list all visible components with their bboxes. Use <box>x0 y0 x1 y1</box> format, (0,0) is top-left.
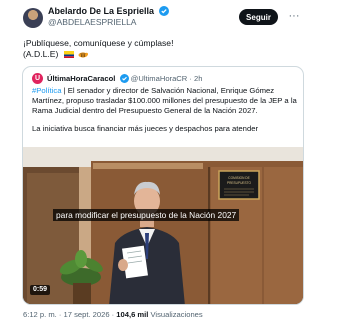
tweet-footer: 6:12 p. m. · 17 sept. 2026 · 104,6 mil V… <box>23 310 203 320</box>
hashtag-link[interactable]: #Política <box>32 86 62 95</box>
quote-paragraph-1: #Política | El senador y director de Sal… <box>32 86 298 116</box>
author-block: Abelardo De La Espriella @ABDELAESPRIELL… <box>48 6 169 28</box>
video-caption: para modificar el presupuesto de la Naci… <box>53 209 240 221</box>
more-options-icon[interactable]: ··· <box>284 9 304 25</box>
tweet-text: ¡Publíquese, comuníquese y cúmplase! (A.… <box>23 38 323 60</box>
video-duration: 0:59 <box>30 285 51 295</box>
tweet-line-2: (A.D.L.E) <box>23 49 59 59</box>
tweet-timestamp[interactable]: 6:12 p. m. · 17 sept. 2026 · <box>23 310 116 319</box>
quote-avatar[interactable]: U <box>32 73 43 84</box>
quote-text-2: La iniciativa busca financiar más jueces… <box>32 124 259 133</box>
quote-time: · 2h <box>189 74 203 83</box>
quoted-tweet-card[interactable]: U ÚltimaHoraCaracol @UltimaHoraCR · 2h #… <box>22 66 304 305</box>
views-label: Visualizaciones <box>148 310 203 319</box>
views-count: 104,6 mil <box>116 310 149 319</box>
quote-body: #Política | El senador y director de Sal… <box>32 86 298 142</box>
verified-badge-icon <box>119 74 129 83</box>
sign-text: COMISION DE <box>228 176 249 180</box>
verified-badge-icon <box>158 6 169 16</box>
follow-button[interactable]: Seguir <box>239 9 278 25</box>
quote-author-name[interactable]: ÚltimaHoraCaracol <box>47 74 115 83</box>
video-frame: COMISION DE PRESUPUESTO <box>23 147 303 304</box>
svg-text:PRESUPUESTO: PRESUPUESTO <box>227 181 252 185</box>
tweet-line-2-row: (A.D.L.E) <box>23 49 323 60</box>
quote-handle[interactable]: @UltimaHoraCR <box>131 74 188 83</box>
colombia-flag-icon <box>63 51 74 58</box>
tweet-line-1: ¡Publíquese, comuníquese y cúmplase! <box>23 38 174 48</box>
tiger-icon <box>78 52 89 58</box>
author-avatar[interactable] <box>23 8 43 28</box>
author-handle[interactable]: @ABDELAESPRIELLA <box>48 17 169 28</box>
quote-header: ÚltimaHoraCaracol @UltimaHoraCR · 2h <box>47 73 203 84</box>
video-player[interactable]: COMISION DE PRESUPUESTO <box>23 147 303 304</box>
author-name[interactable]: Abelardo De La Espriella <box>48 6 154 16</box>
quote-text-1: | El senador y director de Salvación Nac… <box>32 86 297 115</box>
